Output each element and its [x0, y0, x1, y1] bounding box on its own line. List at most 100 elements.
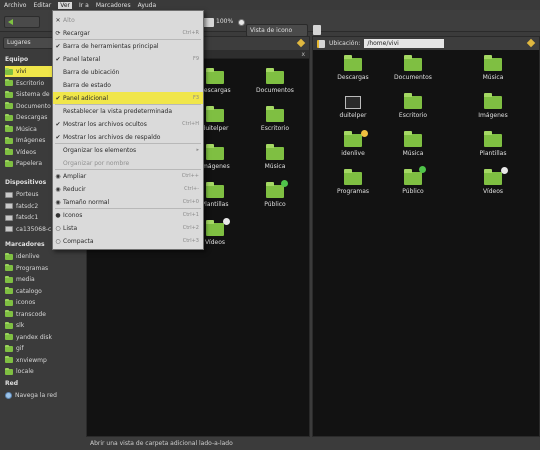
- sidebar-item-marcadores[interactable]: locale: [5, 366, 83, 377]
- sidebar-item-label: Porteus: [16, 191, 39, 198]
- back-arrow-icon: [8, 19, 13, 25]
- view-menu-item-label: Organizar por nombre: [63, 159, 130, 167]
- view-menu-item-shortcut: Ctrl+1: [182, 212, 199, 218]
- file-item[interactable]: Escritorio: [383, 93, 443, 119]
- view-menu-item[interactable]: ⟳ Recargar Ctrl+R: [53, 27, 203, 39]
- location-input[interactable]: /home/vivi: [364, 39, 445, 48]
- check-icon: ✔: [55, 94, 61, 102]
- view-menu-item[interactable]: ◉ Ampliar Ctrl++: [53, 170, 203, 182]
- file-item[interactable]: Música: [463, 55, 523, 81]
- view-menu-item: Organizar por nombre: [53, 157, 203, 169]
- sidebar-item-marcadores[interactable]: gif: [5, 343, 83, 354]
- folder-icon: [5, 125, 13, 132]
- sidebar-section-equipo: Equipo: [5, 56, 29, 63]
- edit-location-icon[interactable]: [526, 38, 536, 48]
- sidebar-item-label: vivi: [16, 68, 27, 75]
- view-menu-item-label: Panel lateral: [63, 55, 101, 63]
- menu-editar[interactable]: Editar: [33, 2, 51, 9]
- drive-icon: [5, 203, 13, 209]
- file-item-label: Descargas: [337, 74, 369, 81]
- file-item[interactable]: Público: [245, 180, 305, 208]
- file-item-label: Público: [402, 188, 424, 195]
- view-menu-item[interactable]: ● Iconos Ctrl+1: [53, 209, 203, 221]
- view-menu-item[interactable]: Restablecer la vista predeterminada: [53, 105, 203, 117]
- menu-marcadores[interactable]: Marcadores: [96, 2, 131, 9]
- view-menu-item-label: Reducir: [63, 185, 86, 193]
- view-menu-item[interactable]: ✔ Panel adicional F3: [53, 92, 203, 104]
- view-menu-item[interactable]: ✔ Mostrar los archivos ocultos Ctrl+H: [53, 118, 203, 130]
- file-item-label: Público: [264, 201, 286, 208]
- folder-pen-icon[interactable]: [317, 39, 325, 48]
- reload-icon: ⟳: [55, 29, 61, 37]
- file-item[interactable]: Música: [245, 144, 305, 170]
- folder-icon: [5, 298, 13, 306]
- view-menu-item[interactable]: ○ Lista Ctrl+2: [53, 222, 203, 234]
- folder-icon: [404, 131, 422, 147]
- file-item[interactable]: Documentos: [383, 55, 443, 81]
- check-icon: ✔: [55, 42, 61, 50]
- zoom-icon[interactable]: [203, 18, 214, 27]
- folder-icon: [404, 55, 422, 71]
- sidebar-item-red[interactable]: Navega la red: [5, 390, 83, 401]
- sidebar-item-marcadores[interactable]: iconos: [5, 297, 83, 308]
- view-menu-item[interactable]: Barra de ubicación: [53, 66, 203, 78]
- view-menu-item[interactable]: ✔ Panel lateral F9: [53, 53, 203, 65]
- drive-icon: [5, 226, 13, 232]
- menu-ir-a[interactable]: Ir a: [79, 2, 89, 9]
- folder-icon: [344, 55, 362, 71]
- file-item[interactable]: Música: [383, 131, 443, 157]
- file-item[interactable]: Programas: [323, 169, 383, 195]
- sidebar-item-marcadores[interactable]: catalogo: [5, 286, 83, 297]
- view-menu-item-label: Ampliar: [63, 172, 87, 180]
- file-item[interactable]: Vídeos: [463, 167, 523, 195]
- file-item[interactable]: Documentos: [245, 68, 305, 94]
- sidebar-item-marcadores[interactable]: idenlive: [5, 251, 83, 262]
- terminal-icon: [345, 96, 361, 109]
- view-menu-item[interactable]: ○ Compacta Ctrl+3: [53, 235, 203, 247]
- sidebar-item-marcadores[interactable]: transcode: [5, 309, 83, 320]
- sidebar-item-marcadores[interactable]: media: [5, 274, 83, 285]
- view-menu-item[interactable]: Barra de estado: [53, 79, 203, 91]
- sidebar-item-label: transcode: [16, 310, 46, 318]
- menu-ayuda[interactable]: Ayuda: [138, 2, 157, 9]
- view-menu-item[interactable]: ✔ Mostrar los archivos de respaldo: [53, 131, 203, 143]
- file-item[interactable]: Escritorio: [245, 106, 305, 132]
- tab-close-icon[interactable]: x: [301, 51, 305, 58]
- sidebar-section-marcadores: Marcadores: [5, 241, 45, 248]
- back-button[interactable]: [4, 16, 40, 28]
- menu-ver[interactable]: Ver: [58, 1, 72, 9]
- sidebar-item-marcadores[interactable]: yandex disk: [5, 332, 83, 343]
- folder-icon: [206, 220, 224, 236]
- edit-location-icon[interactable]: [296, 38, 306, 48]
- file-item[interactable]: Descargas: [323, 55, 383, 81]
- right-panel: Ubicación: /home/vivi Descargas Documento…: [312, 36, 540, 437]
- file-item[interactable]: idenlive: [323, 130, 383, 157]
- zoom-icon: ◉: [55, 172, 61, 180]
- view-menu-item[interactable]: ◉ Reducir Ctrl+-: [53, 183, 203, 195]
- view-menu-item[interactable]: ✔ Barra de herramientas principal: [53, 40, 203, 52]
- document-icon[interactable]: [313, 25, 321, 35]
- zoom-level: 100%: [216, 18, 234, 25]
- sidebar-item-marcadores[interactable]: slk: [5, 320, 83, 331]
- view-menu-item[interactable]: ◉ Tamaño normal Ctrl+0: [53, 196, 203, 208]
- folder-icon: [5, 148, 13, 155]
- file-item[interactable]: duitelper: [323, 96, 383, 119]
- folder-icon: [266, 182, 284, 198]
- file-item[interactable]: Imágenes: [463, 93, 523, 119]
- sidebar-item-label: catalogo: [16, 287, 42, 295]
- folder-icon: [484, 131, 502, 147]
- folder-icon: [5, 102, 13, 109]
- folder-icon: [344, 169, 362, 185]
- view-menu-item-shortcut: F9: [192, 56, 199, 62]
- menu-archivo[interactable]: Archivo: [4, 2, 26, 9]
- view-menu-item[interactable]: Organizar los elementos ▸: [53, 144, 203, 156]
- folder-icon: [5, 356, 13, 363]
- view-menu-item-label: Barra de ubicación: [63, 68, 120, 76]
- sidebar-item-marcadores[interactable]: Programas: [5, 263, 83, 274]
- sidebar-item-marcadores[interactable]: xnviewmp: [5, 355, 83, 366]
- file-item[interactable]: Público: [383, 166, 443, 195]
- file-item[interactable]: Plantillas: [463, 131, 523, 157]
- folder-icon: [5, 264, 13, 271]
- zoom-icon: ◉: [55, 198, 61, 206]
- sidebar-item-label: locale: [16, 368, 34, 375]
